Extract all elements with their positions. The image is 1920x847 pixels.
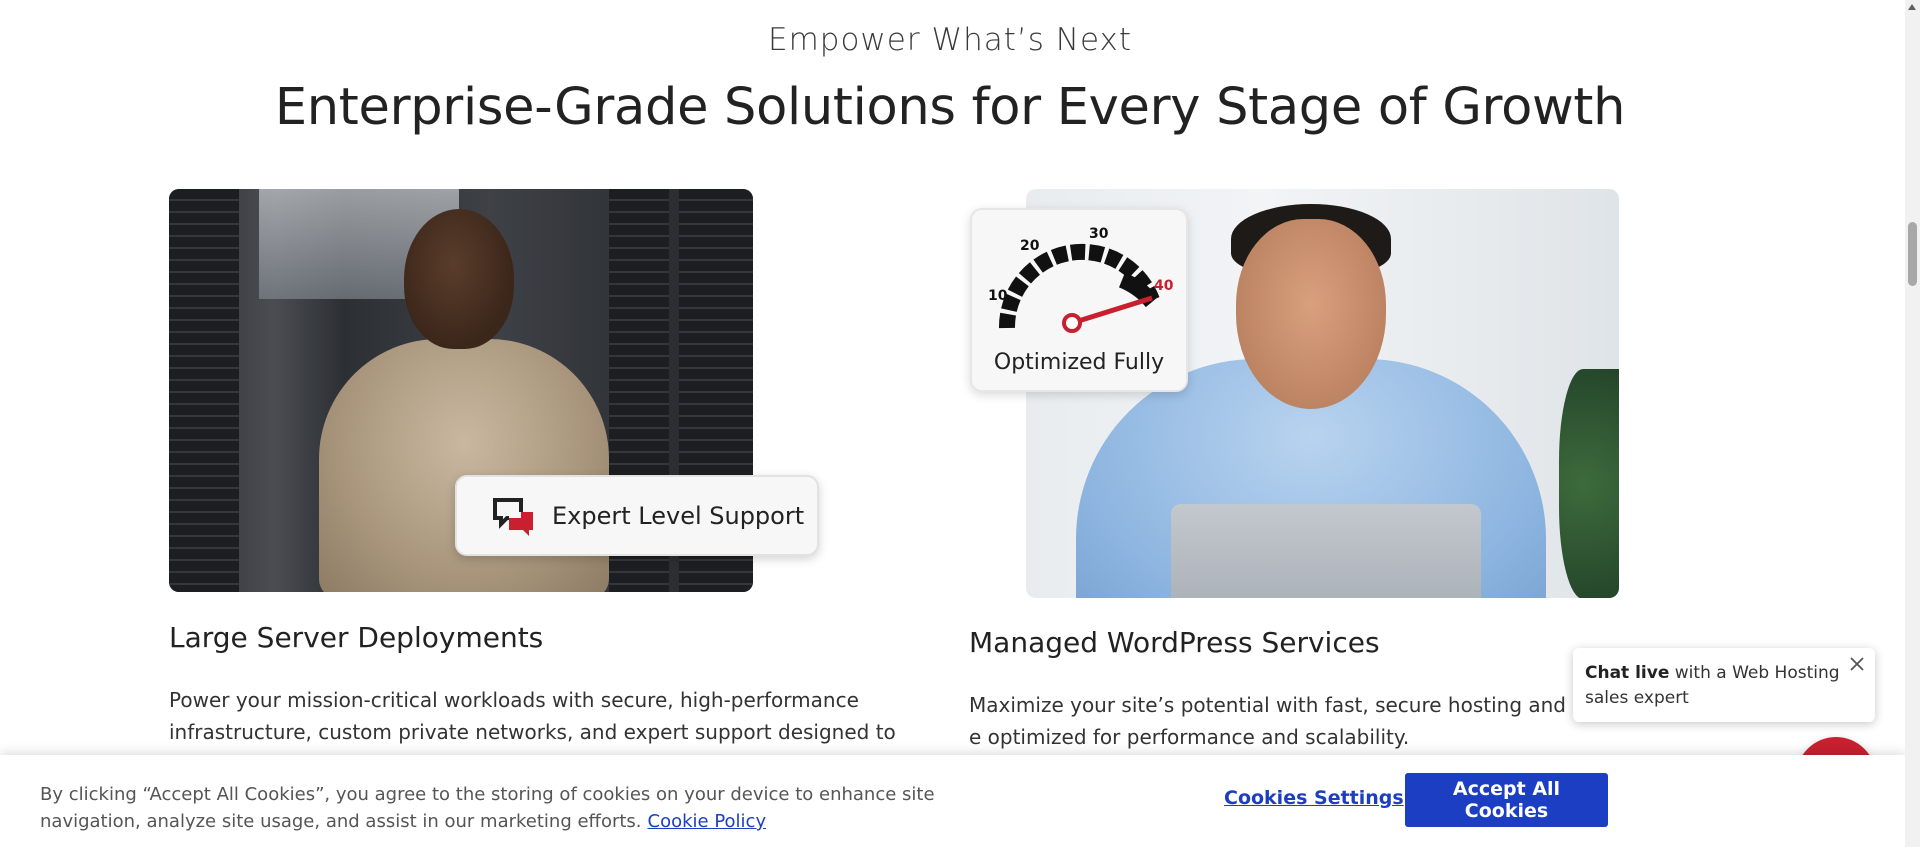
chat-invite-bold: Chat live bbox=[1585, 663, 1670, 683]
section-eyebrow: Empower What’s Next bbox=[768, 22, 1132, 58]
gauge-tick: 40 bbox=[1154, 278, 1174, 294]
cookies-settings-button[interactable]: Cookies Settings bbox=[1224, 787, 1404, 809]
chat-support-icon bbox=[493, 497, 533, 536]
optimized-badge: 10 20 30 40 Optimized Fully bbox=[970, 208, 1188, 392]
gauge-tick: 30 bbox=[1089, 226, 1109, 242]
accept-all-cookies-button[interactable]: Accept All Cookies bbox=[1405, 773, 1608, 827]
close-icon[interactable] bbox=[1847, 654, 1867, 674]
card-description: Power your mission-critical workloads wi… bbox=[169, 688, 896, 744]
cookie-banner: By clicking “Accept All Cookies”, you ag… bbox=[0, 755, 1905, 847]
scroll-up-icon[interactable] bbox=[1908, 4, 1916, 10]
cookie-notice: By clicking “Accept All Cookies”, you ag… bbox=[40, 781, 960, 835]
page-scrollbar[interactable] bbox=[1905, 0, 1920, 847]
section-headline: Enterprise-Grade Solutions for Every Sta… bbox=[274, 78, 1626, 137]
gauge-tick: 20 bbox=[1020, 238, 1040, 254]
optimized-label: Optimized Fully bbox=[993, 350, 1165, 375]
expert-support-label: Expert Level Support bbox=[552, 501, 805, 530]
cookie-notice-text: By clicking “Accept All Cookies”, you ag… bbox=[40, 784, 935, 832]
card-title: Large Server Deployments bbox=[169, 621, 544, 654]
card-description: Maximize your site’s potential with fast… bbox=[969, 693, 1567, 749]
cookie-policy-link[interactable]: Cookie Policy bbox=[648, 811, 767, 832]
chat-invite-bubble[interactable]: Chat live with a Web Hosting sales exper… bbox=[1573, 648, 1875, 722]
scrollbar-thumb[interactable] bbox=[1908, 222, 1917, 286]
chat-invite-text: Chat live with a Web Hosting sales exper… bbox=[1585, 661, 1855, 711]
expert-support-badge: Expert Level Support bbox=[455, 475, 819, 556]
gauge-tick: 10 bbox=[988, 288, 1008, 304]
speedometer-icon: 10 20 30 40 bbox=[988, 226, 1174, 333]
card-title: Managed WordPress Services bbox=[969, 626, 1380, 659]
